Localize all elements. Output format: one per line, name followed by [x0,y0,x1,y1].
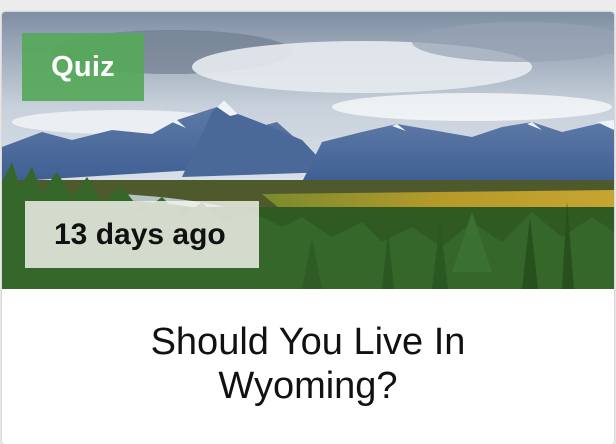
quiz-badge[interactable]: Quiz [22,33,144,101]
quiz-title[interactable]: Should You Live In Wyoming? [2,320,614,408]
posted-time-badge: 13 days ago [25,201,259,268]
quiz-card[interactable]: Quiz 13 days ago Should You Live In Wyom… [2,12,614,444]
posted-time-text: 13 days ago [54,217,226,251]
quiz-badge-label: Quiz [51,50,115,83]
mountain-landscape-image[interactable]: Quiz 13 days ago [2,12,614,289]
